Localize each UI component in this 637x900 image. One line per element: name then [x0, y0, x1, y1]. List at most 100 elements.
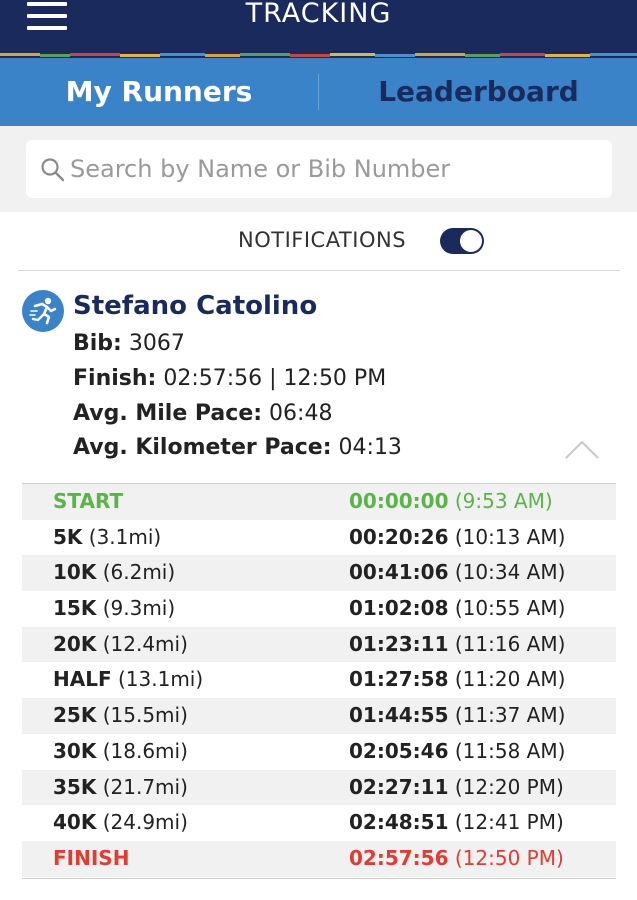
bib-value: 3067: [128, 331, 185, 356]
split-row: 20K (12.4mi) 01:23:11 (11:16 AM): [22, 626, 616, 663]
page-title: TRACKING: [245, 0, 392, 29]
split-time: 00:20:26 (10:13 AM): [349, 525, 565, 549]
mile-pace-line: Avg. Mile Pace: 06:48: [73, 401, 332, 426]
split-distance: (12.4mi): [102, 631, 188, 656]
app-header: TRACKING: [0, 0, 637, 56]
split-distance: (15.5mi): [102, 703, 188, 728]
runner-avatar: [22, 290, 64, 332]
finish-value: 02:57:56 | 12:50 PM: [163, 366, 387, 391]
splits-table: START 00:00:00 (9:53 AM) 5K (3.1mi) 00:20:2…: [22, 483, 616, 877]
split-row: 40K (24.9mi) 02:48:51 (12:41 PM): [22, 805, 616, 841]
split-name: 25K: [53, 703, 97, 728]
split-name: 5K: [53, 524, 83, 549]
split-label: 40K (24.9mi): [53, 810, 188, 834]
divider-bottom: [22, 878, 616, 879]
split-row: 25K (15.5mi) 01:44:55 (11:37 AM): [22, 698, 616, 734]
split-name: 40K: [53, 810, 97, 835]
split-distance: (3.1mi): [88, 524, 162, 549]
toggle-knob: [460, 230, 482, 252]
split-distance: (6.2mi): [102, 560, 176, 585]
split-clock: (10:55 AM): [454, 596, 566, 621]
split-row: 15K (9.3mi) 01:02:08 (10:55 AM): [22, 591, 616, 627]
bib-label: Bib:: [73, 331, 122, 356]
tab-divider: [318, 74, 319, 110]
split-row: FINISH 02:57:56 (12:50 PM): [22, 840, 616, 877]
split-time: 00:00:00 (9:53 AM): [349, 489, 553, 513]
split-elapsed: 02:48:51: [349, 810, 449, 835]
split-time: 02:05:46 (11:58 AM): [349, 739, 565, 763]
search-area: [0, 126, 637, 212]
split-label: HALF (13.1mi): [53, 667, 203, 691]
split-name: 15K: [53, 596, 97, 621]
search-icon: [41, 158, 65, 182]
split-label: 30K (18.6mi): [53, 739, 188, 763]
km-pace-label: Avg. Kilometer Pace:: [73, 435, 332, 460]
search-box[interactable]: [26, 140, 612, 198]
split-time: 02:27:11 (12:20 PM): [349, 775, 564, 799]
split-row: START 00:00:00 (9:53 AM): [22, 484, 616, 520]
search-input[interactable]: [70, 140, 600, 198]
split-elapsed: 02:27:11: [349, 774, 449, 799]
split-distance: (21.7mi): [102, 774, 188, 799]
split-label: 10K (6.2mi): [53, 560, 175, 584]
split-elapsed: 00:00:00: [349, 489, 449, 513]
split-label: START: [53, 489, 123, 513]
split-clock: (11:58 AM): [454, 738, 566, 763]
tab-leaderboard[interactable]: Leaderboard: [320, 58, 637, 126]
split-label: 20K (12.4mi): [53, 632, 188, 656]
split-name: 35K: [53, 774, 97, 799]
split-clock: (12:41 PM): [454, 810, 564, 835]
split-clock: (9:53 AM): [454, 489, 553, 513]
split-time: 02:48:51 (12:41 PM): [349, 810, 564, 834]
notifications-toggle[interactable]: [440, 228, 484, 254]
split-time: 00:41:06 (10:34 AM): [349, 560, 565, 584]
split-time: 01:27:58 (11:20 AM): [349, 667, 565, 691]
runner-name[interactable]: Stefano Catolino: [73, 291, 317, 321]
split-name: FINISH: [53, 845, 130, 870]
split-label: 35K (21.7mi): [53, 775, 188, 799]
split-elapsed: 00:41:06: [349, 560, 449, 585]
split-label: 5K (3.1mi): [53, 525, 161, 549]
chevron-up-icon[interactable]: [564, 438, 600, 462]
notifications-label: NOTIFICATIONS: [238, 228, 407, 252]
split-clock: (12:20 PM): [454, 774, 564, 799]
split-distance: (13.1mi): [117, 667, 204, 692]
split-row: 5K (3.1mi) 00:20:26 (10:13 AM): [22, 520, 616, 556]
split-name: 30K: [53, 738, 97, 763]
divider: [18, 270, 620, 271]
split-row: 35K (21.7mi) 02:27:11 (12:20 PM): [22, 769, 616, 806]
decorative-stripe: [0, 50, 637, 58]
finish-label: Finish:: [73, 366, 157, 391]
split-clock: (10:13 AM): [454, 524, 566, 549]
split-time: 01:23:11 (11:16 AM): [349, 632, 565, 656]
km-pace-line: Avg. Kilometer Pace: 04:13: [73, 435, 402, 460]
split-clock: (10:34 AM): [454, 560, 566, 585]
split-row: HALF (13.1mi) 01:27:58 (11:20 AM): [22, 662, 616, 698]
split-time: 01:44:55 (11:37 AM): [349, 703, 565, 727]
split-clock: (11:37 AM): [454, 703, 566, 728]
split-label: 15K (9.3mi): [53, 596, 175, 620]
split-name: 20K: [53, 631, 97, 656]
finish-line: Finish: 02:57:56 | 12:50 PM: [73, 366, 386, 391]
split-elapsed: 01:27:58: [349, 667, 449, 692]
split-row: 30K (18.6mi) 02:05:46 (11:58 AM): [22, 734, 616, 770]
split-elapsed: 01:44:55: [349, 703, 449, 728]
split-elapsed: 02:57:56: [349, 845, 449, 870]
km-pace-value: 04:13: [338, 435, 402, 460]
split-elapsed: 02:05:46: [349, 738, 449, 763]
split-time: 01:02:08 (10:55 AM): [349, 596, 565, 620]
split-name: HALF: [53, 667, 112, 692]
split-name: 10K: [53, 560, 97, 585]
split-name: START: [53, 489, 124, 513]
tab-bar: My Runners Leaderboard: [0, 58, 637, 126]
mile-pace-label: Avg. Mile Pace:: [73, 401, 263, 426]
split-distance: (9.3mi): [102, 596, 176, 621]
split-elapsed: 01:02:08: [349, 596, 449, 621]
split-distance: (24.9mi): [102, 810, 188, 835]
notifications-row: NOTIFICATIONS: [0, 212, 637, 272]
tab-my-runners[interactable]: My Runners: [0, 58, 318, 126]
bib-line: Bib: 3067: [73, 331, 185, 356]
split-clock: (12:50 PM): [454, 845, 564, 870]
split-clock: (11:16 AM): [454, 631, 566, 656]
split-clock: (11:20 AM): [454, 667, 566, 692]
